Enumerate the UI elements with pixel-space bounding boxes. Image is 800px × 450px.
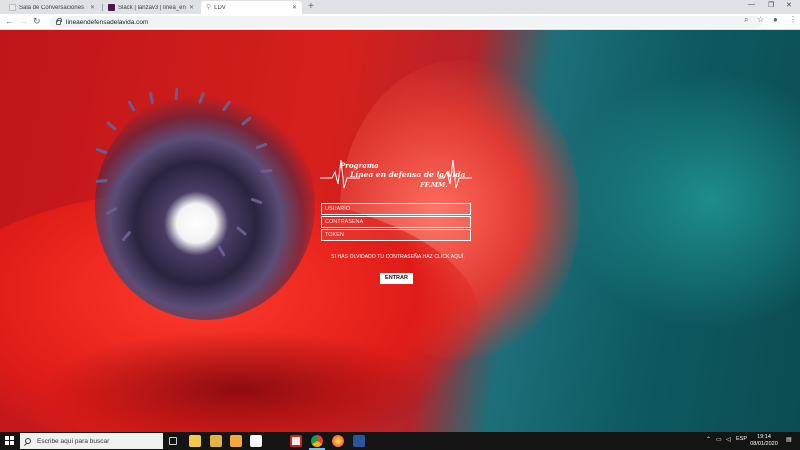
- logo-programa: Programa: [340, 161, 379, 170]
- account-avatar-icon[interactable]: ●: [773, 15, 778, 24]
- clock-time: 19:14: [757, 434, 771, 440]
- slack-favicon-icon: [108, 4, 115, 11]
- menu-kebab-icon[interactable]: ⋮: [789, 15, 797, 24]
- tab-sala-de-conversaciones[interactable]: Sala de Conversaciones ✕: [4, 1, 100, 14]
- taskbar-search-input[interactable]: Escribe aquí para buscar: [20, 433, 163, 449]
- volume-icon[interactable]: ◁: [726, 436, 731, 443]
- lock-icon[interactable]: [56, 17, 62, 25]
- mail-icon[interactable]: [250, 435, 262, 447]
- close-tab-icon[interactable]: ✕: [189, 4, 194, 11]
- tab-title: Sala de Conversaciones: [19, 4, 85, 11]
- restore-icon[interactable]: ❐: [768, 1, 774, 9]
- poppy-center-image: [95, 90, 315, 320]
- back-arrow-icon[interactable]: ←: [5, 16, 14, 27]
- chat-favicon-icon: [9, 4, 16, 11]
- notifications-icon[interactable]: ▤: [786, 436, 792, 443]
- tab-slack[interactable]: Slack | lanzav3 | linea_en_defensa ✕: [103, 1, 199, 14]
- close-window-icon[interactable]: ✕: [786, 1, 792, 9]
- browser-toolbar: ← → ↻ lineaendefensadelavida.com ⌕ ☆ ● ⋮: [0, 14, 800, 30]
- chrome-icon[interactable]: [311, 435, 323, 447]
- firefox-icon[interactable]: [332, 435, 344, 447]
- zoom-icon[interactable]: ⌕: [744, 15, 748, 25]
- clock-date: 08/01/2020: [750, 441, 778, 447]
- reload-icon[interactable]: ↻: [33, 16, 41, 27]
- store-icon[interactable]: [210, 435, 222, 447]
- file-explorer-icon[interactable]: [189, 435, 201, 447]
- tray-chevron-icon[interactable]: ⌃: [706, 436, 711, 443]
- forward-arrow-icon[interactable]: →: [19, 16, 28, 27]
- username-field[interactable]: [321, 203, 471, 215]
- tab-title: LDV: [214, 4, 226, 11]
- taskbar-search-placeholder: Escribe aquí para buscar: [37, 437, 110, 445]
- network-icon[interactable]: ▭: [716, 436, 722, 443]
- tab-ldv[interactable]: ⚲ LDV ✕: [201, 1, 302, 14]
- address-bar[interactable]: lineaendefensadelavida.com: [50, 16, 762, 28]
- token-field[interactable]: [321, 229, 471, 241]
- minimize-icon[interactable]: —: [748, 1, 755, 8]
- language-indicator[interactable]: ESP: [736, 436, 747, 442]
- media-player-icon[interactable]: [230, 435, 242, 447]
- logo-suffix: FF.MM.: [420, 181, 448, 189]
- program-logo: Programa Línea en defensa de la Vida FF.…: [320, 150, 472, 194]
- search-icon: [25, 438, 31, 444]
- ldv-favicon-icon: ⚲: [206, 4, 212, 11]
- close-tab-icon[interactable]: ✕: [90, 4, 95, 11]
- bookmark-star-icon[interactable]: ☆: [757, 15, 764, 24]
- background-teal: [560, 70, 800, 330]
- new-tab-icon[interactable]: +: [308, 2, 314, 12]
- logo-title: Línea en defensa de la Vida: [350, 170, 466, 179]
- address-url[interactable]: lineaendefensadelavida.com: [66, 19, 148, 26]
- tab-title: Slack | lanzav3 | linea_en_defensa: [118, 4, 186, 11]
- forgot-password-link[interactable]: SI HAS OLVIDADO TU CONTRASEÑA HAZ CLICK …: [300, 254, 496, 260]
- clock[interactable]: 19:14 08/01/2020: [748, 434, 780, 448]
- close-tab-icon[interactable]: ✕: [292, 4, 297, 11]
- password-field[interactable]: [321, 216, 471, 228]
- document-app-icon[interactable]: [290, 435, 302, 447]
- windows-taskbar: Escribe aquí para buscar ⌃ ▭ ◁ ESP 19:14…: [0, 432, 800, 450]
- enter-button[interactable]: ENTRAR: [380, 273, 413, 284]
- word-icon[interactable]: [353, 435, 365, 447]
- browser-tab-strip: Sala de Conversaciones ✕ Slack | lanzav3…: [0, 0, 800, 14]
- task-view-icon[interactable]: [169, 437, 177, 445]
- windows-start-icon[interactable]: [5, 436, 14, 445]
